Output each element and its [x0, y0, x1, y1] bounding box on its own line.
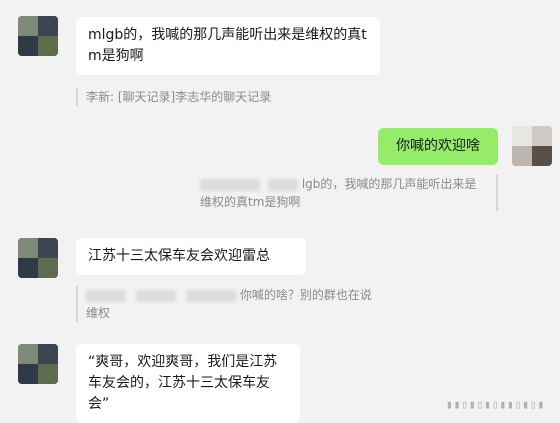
quoted-message[interactable]: 你喊的啥？别的群也在说维权 [76, 286, 376, 322]
blurred-name [86, 289, 126, 302]
avatar[interactable] [18, 238, 58, 278]
message-bubble[interactable]: mlgb的，我喊的那几声能听出来是维权的真tm是狗啊 [76, 17, 380, 75]
avatar[interactable] [18, 344, 58, 384]
message-bubble[interactable]: 江苏十三太保车友会欢迎雷总 [76, 238, 306, 275]
avatar[interactable] [18, 16, 58, 56]
blurred-text [268, 178, 298, 191]
quoted-message[interactable]: lgb的，我喊的那几声能听出来是维权的真tm是狗啊 [200, 175, 498, 211]
self-avatar[interactable] [512, 126, 552, 166]
blurred-text [186, 289, 236, 302]
chat-history: mlgb的，我喊的那几声能听出来是维权的真tm是狗啊 李新: [聊天记录]李志华… [0, 0, 560, 423]
blurred-text [136, 289, 176, 302]
watermark: ▮▮▯▮▯▮▯▮▮▯▮▯▮ [446, 398, 546, 411]
message-bubble[interactable]: “爽哥，欢迎爽哥，我们是江苏车友会的，江苏十三太保车友会” [76, 344, 300, 423]
quoted-message[interactable]: 李新: [聊天记录]李志华的聊天记录 [76, 88, 376, 106]
blurred-name [200, 178, 260, 191]
self-message-bubble[interactable]: 你喊的欢迎啥 [378, 128, 498, 165]
